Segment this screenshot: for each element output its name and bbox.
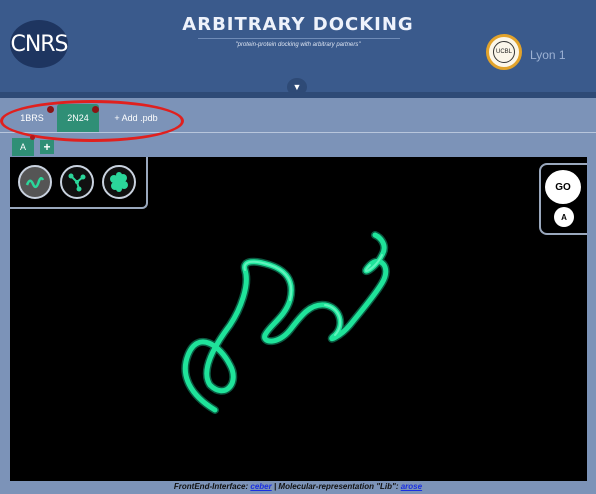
- representation-panel: [10, 157, 148, 209]
- target-chain-button[interactable]: A: [554, 207, 574, 227]
- surface-representation-button[interactable]: [102, 165, 136, 199]
- ceber-link[interactable]: ceber: [250, 482, 271, 491]
- trace-icon: [68, 173, 86, 192]
- trace-representation-button[interactable]: [60, 165, 94, 199]
- footer-prefix: FrontEnd-Interface:: [173, 482, 249, 491]
- cartoon-icon: [25, 177, 45, 189]
- header-collapse-toggle[interactable]: ▼: [287, 78, 307, 96]
- title-divider: [198, 38, 400, 39]
- footer-separator: | Molecular-representation "Lib":: [273, 482, 399, 491]
- chain-status-dot: [30, 135, 35, 140]
- ucbl-badge: UCBL: [493, 41, 515, 63]
- footer-credits: FrontEnd-Interface: ceber | Molecular-re…: [0, 482, 596, 491]
- add-chain-button[interactable]: +: [40, 140, 54, 154]
- lyon1-logo-text: Lyon 1: [530, 48, 566, 62]
- protein-cartoon-render[interactable]: [170, 225, 410, 420]
- lyon1-logo: UCBL: [486, 34, 522, 70]
- chain-selector-a[interactable]: A: [12, 138, 34, 156]
- annotation-highlight-oval: [0, 100, 184, 142]
- cartoon-representation-button[interactable]: [18, 165, 52, 199]
- app-title: ARBITRARY DOCKING: [182, 14, 414, 35]
- chevron-down-icon: ▼: [292, 82, 302, 92]
- arose-link[interactable]: arose: [401, 482, 422, 491]
- go-button[interactable]: GO: [545, 170, 581, 204]
- surface-icon: [110, 172, 128, 192]
